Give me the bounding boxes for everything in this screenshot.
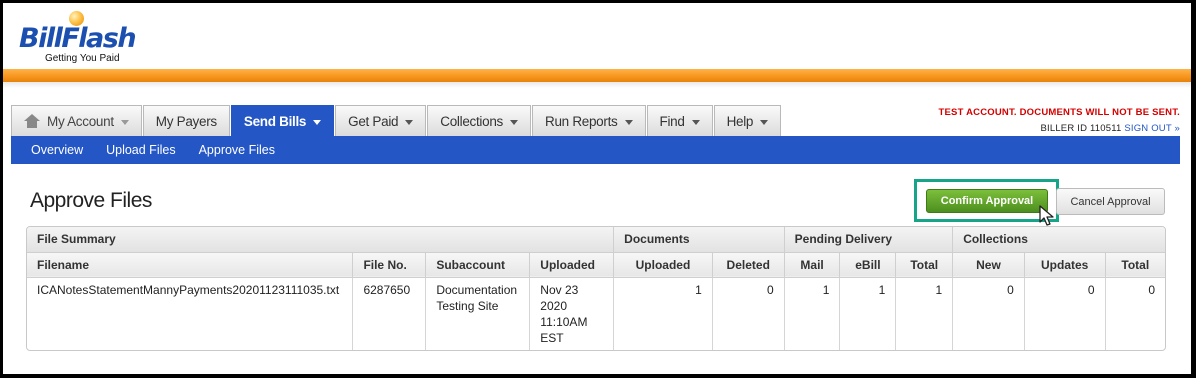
- logo-tagline: Getting You Paid: [45, 53, 120, 64]
- cell-subaccount: Documentation Testing Site: [425, 277, 531, 350]
- chevron-down-icon: [120, 119, 129, 125]
- cell-filename: ICANotesStatementMannyPayments2020112311…: [27, 277, 354, 350]
- chevron-down-icon: [313, 119, 322, 125]
- col-col-total: Total: [1105, 252, 1165, 278]
- tab-run-reports[interactable]: Run Reports: [532, 105, 646, 136]
- col-subaccount: Subaccount: [425, 252, 531, 278]
- page-title: Approve Files: [30, 189, 152, 212]
- tab-label: Help: [726, 113, 754, 129]
- col-pd-total: Total: [895, 252, 954, 278]
- tab-label: My Payers: [155, 113, 217, 129]
- subaccount-line: Testing Site: [436, 298, 499, 313]
- tab-help[interactable]: Help: [713, 105, 782, 136]
- tab-send-bills[interactable]: Send Bills: [230, 105, 335, 136]
- col-doc-uploaded: Uploaded: [613, 252, 713, 278]
- chevron-down-icon: [760, 119, 769, 125]
- uploaded-line: EST: [540, 330, 564, 345]
- main-nav-tabs: My Account My Payers Send Bills Get Paid…: [11, 105, 782, 136]
- biller-info: BILLER ID 110511 SIGN OUT »: [1040, 123, 1180, 134]
- tab-collections[interactable]: Collections: [427, 105, 531, 136]
- subnav-upload-files[interactable]: Upload Files: [106, 143, 175, 157]
- sub-nav: Overview Upload Files Approve Files: [11, 136, 1180, 164]
- cell-doc-uploaded: 1: [613, 277, 713, 350]
- col-uploaded: Uploaded: [529, 252, 615, 278]
- group-documents: Documents: [613, 227, 785, 253]
- confirm-approval-button[interactable]: Confirm Approval: [926, 189, 1048, 213]
- tab-label: Find: [659, 113, 685, 129]
- cell-mail: 1: [784, 277, 841, 350]
- col-new: New: [952, 252, 1025, 278]
- col-doc-deleted: Deleted: [712, 252, 785, 278]
- col-mail: Mail: [784, 252, 841, 278]
- group-collections: Collections: [952, 227, 1165, 253]
- header-shadow: [3, 82, 1191, 88]
- tab-label: Get Paid: [348, 113, 399, 129]
- app-frame: BillFlash Getting You Paid TEST ACCOUNT.…: [3, 3, 1191, 374]
- chevron-down-icon: [405, 119, 414, 125]
- cell-updates: 0: [1024, 277, 1106, 350]
- chevron-down-icon: [691, 119, 700, 125]
- test-account-notice: TEST ACCOUNT. DOCUMENTS WILL NOT BE SENT…: [938, 107, 1180, 118]
- logo-brand: BillFlash: [19, 23, 137, 54]
- mouse-pointer-icon: [1039, 205, 1054, 226]
- cell-new: 0: [952, 277, 1025, 350]
- group-file-summary: File Summary: [27, 227, 615, 253]
- uploaded-line: 2020: [540, 298, 567, 313]
- cell-pd-total: 1: [895, 277, 954, 350]
- tab-label: My Account: [47, 113, 114, 129]
- table-column-header-row: Filename File No. Subaccount Uploaded Up…: [27, 252, 1165, 278]
- subaccount-line: Documentation: [436, 282, 518, 297]
- tab-label: Collections: [440, 113, 503, 129]
- tab-get-paid[interactable]: Get Paid: [335, 105, 427, 136]
- col-ebill: eBill: [839, 252, 897, 278]
- col-filename: Filename: [27, 252, 354, 278]
- chevron-down-icon: [624, 119, 633, 125]
- header-accent-bar: [3, 69, 1191, 82]
- cell-uploaded: Nov 23 2020 11:10AM EST: [529, 277, 615, 350]
- tab-my-account[interactable]: My Account: [11, 105, 142, 136]
- cell-col-total: 0: [1148, 282, 1155, 297]
- billflash-logo[interactable]: BillFlash Getting You Paid: [19, 11, 169, 69]
- cell-doc-deleted: 0: [712, 277, 785, 350]
- biller-id: BILLER ID 110511: [1040, 123, 1122, 134]
- chevron-down-icon: [510, 119, 518, 125]
- cell-file-no: 6287650: [352, 277, 427, 350]
- group-pending-delivery: Pending Delivery: [784, 227, 954, 253]
- tab-my-payers[interactable]: My Payers: [142, 105, 230, 136]
- tab-find[interactable]: Find: [646, 105, 713, 136]
- home-icon: [24, 114, 40, 128]
- cancel-approval-button[interactable]: Cancel Approval: [1056, 188, 1165, 215]
- table-group-header-row: File Summary Documents Pending Delivery …: [27, 227, 1165, 253]
- tab-label: Send Bills: [243, 113, 307, 129]
- col-updates: Updates: [1024, 252, 1106, 278]
- table-row: ICANotesStatementMannyPayments2020112311…: [27, 277, 1165, 350]
- tab-label: Run Reports: [545, 113, 618, 129]
- uploaded-line: 11:10AM: [540, 314, 588, 329]
- subnav-overview[interactable]: Overview: [31, 143, 83, 157]
- col-file-no: File No.: [352, 252, 427, 278]
- uploaded-line: Nov 23: [540, 282, 579, 297]
- approve-files-table: File Summary Documents Pending Delivery …: [26, 226, 1166, 351]
- subnav-approve-files[interactable]: Approve Files: [199, 143, 275, 157]
- cell-ebill: 1: [839, 277, 897, 350]
- sign-out-link[interactable]: SIGN OUT »: [1124, 123, 1180, 134]
